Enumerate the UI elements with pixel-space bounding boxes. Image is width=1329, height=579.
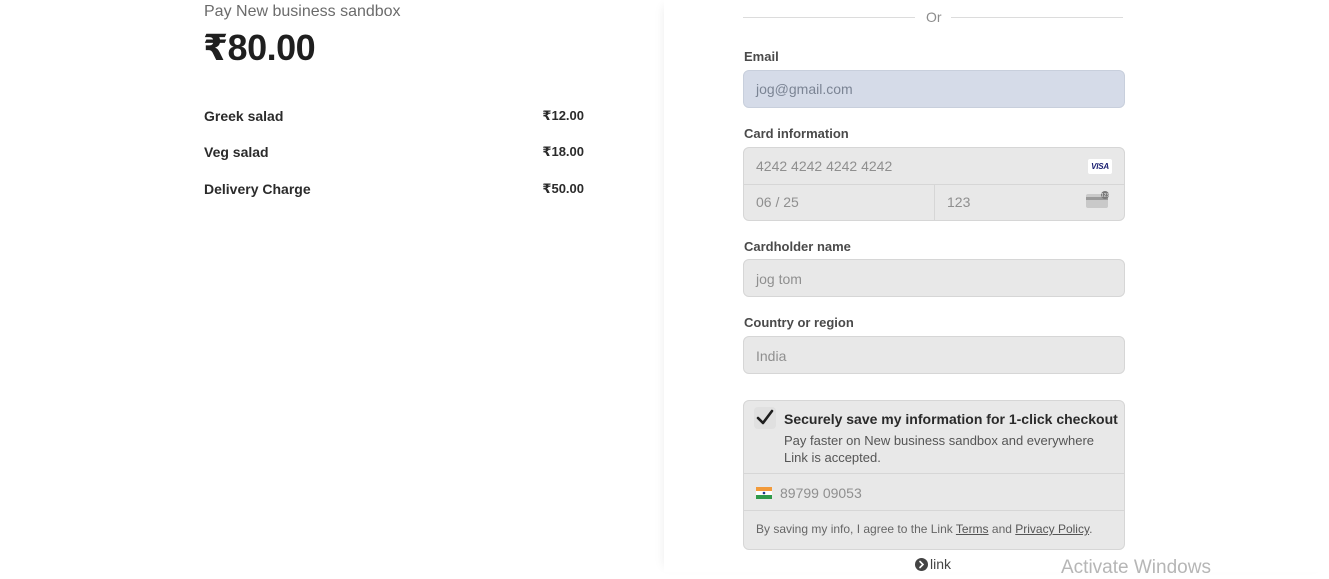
order-summary-panel: Pay New business sandbox ₹80.00 Greek sa… <box>0 0 664 572</box>
consent-suffix: . <box>1089 522 1093 536</box>
cardholder-value: jog tom <box>756 271 802 287</box>
svg-text:123: 123 <box>1101 193 1109 198</box>
card-info-label: Card information <box>744 126 849 141</box>
line-item: Greek salad ₹12.00 <box>204 108 584 128</box>
section-divider <box>744 473 1124 474</box>
consent-text: By saving my info, I agree to the Link T… <box>756 522 1092 536</box>
consent-prefix: By saving my info, I agree to the Link <box>756 522 956 536</box>
cvc-card-icon: 123 <box>1086 191 1109 208</box>
line-item: Delivery Charge ₹50.00 <box>204 181 584 201</box>
india-flag-icon <box>756 487 772 499</box>
privacy-policy-link[interactable]: Privacy Policy <box>1015 522 1089 536</box>
card-divider <box>934 184 935 220</box>
line-item-amount: ₹50.00 <box>542 181 584 196</box>
terms-link[interactable]: Terms <box>956 522 989 536</box>
section-divider <box>744 510 1124 511</box>
line-item: Veg salad ₹18.00 <box>204 144 584 164</box>
save-info-checkbox[interactable] <box>754 407 776 429</box>
line-item-name: Veg salad <box>204 144 269 160</box>
or-divider: Or <box>743 9 1125 25</box>
divider-line <box>951 17 1123 18</box>
save-info-description: Pay faster on New business sandbox and e… <box>784 433 1095 465</box>
visa-icon: VISA <box>1088 159 1112 174</box>
link-save-section: Securely save my information for 1-click… <box>743 400 1125 550</box>
cardholder-label: Cardholder name <box>744 239 851 254</box>
line-item-amount: ₹18.00 <box>542 144 584 159</box>
order-total: ₹80.00 <box>203 27 316 68</box>
country-label: Country or region <box>744 315 854 330</box>
country-value: India <box>756 348 787 364</box>
or-label: Or <box>926 9 942 25</box>
line-item-name: Greek salad <box>204 108 284 124</box>
divider-line <box>743 17 915 18</box>
country-select[interactable]: India <box>743 336 1125 374</box>
link-logo-text: link <box>930 556 952 572</box>
link-logo: link <box>915 556 951 572</box>
card-expiry-field[interactable]: 06 / 25 <box>756 194 799 210</box>
consent-and: and <box>988 522 1016 536</box>
activate-windows-watermark: Activate Windows <box>1061 557 1211 578</box>
email-value: jog@gmail.com <box>756 81 853 97</box>
merchant-name: Pay New business sandbox <box>204 3 401 20</box>
link-arrow-icon <box>915 558 928 571</box>
card-info-group: 4242 4242 4242 4242 VISA 06 / 25 123 123 <box>743 147 1125 221</box>
card-cvc-field[interactable]: 123 <box>947 194 970 210</box>
cardholder-name-field[interactable]: jog tom <box>743 259 1125 297</box>
line-item-name: Delivery Charge <box>204 181 311 197</box>
card-number-field[interactable]: 4242 4242 4242 4242 <box>756 158 892 174</box>
phone-field[interactable]: 89799 09053 <box>780 485 862 501</box>
email-field[interactable]: jog@gmail.com <box>743 70 1125 108</box>
save-info-title: Securely save my information for 1-click… <box>784 411 1118 427</box>
line-item-amount: ₹12.00 <box>542 108 584 123</box>
email-label: Email <box>744 49 779 64</box>
checkmark-icon <box>756 409 774 425</box>
